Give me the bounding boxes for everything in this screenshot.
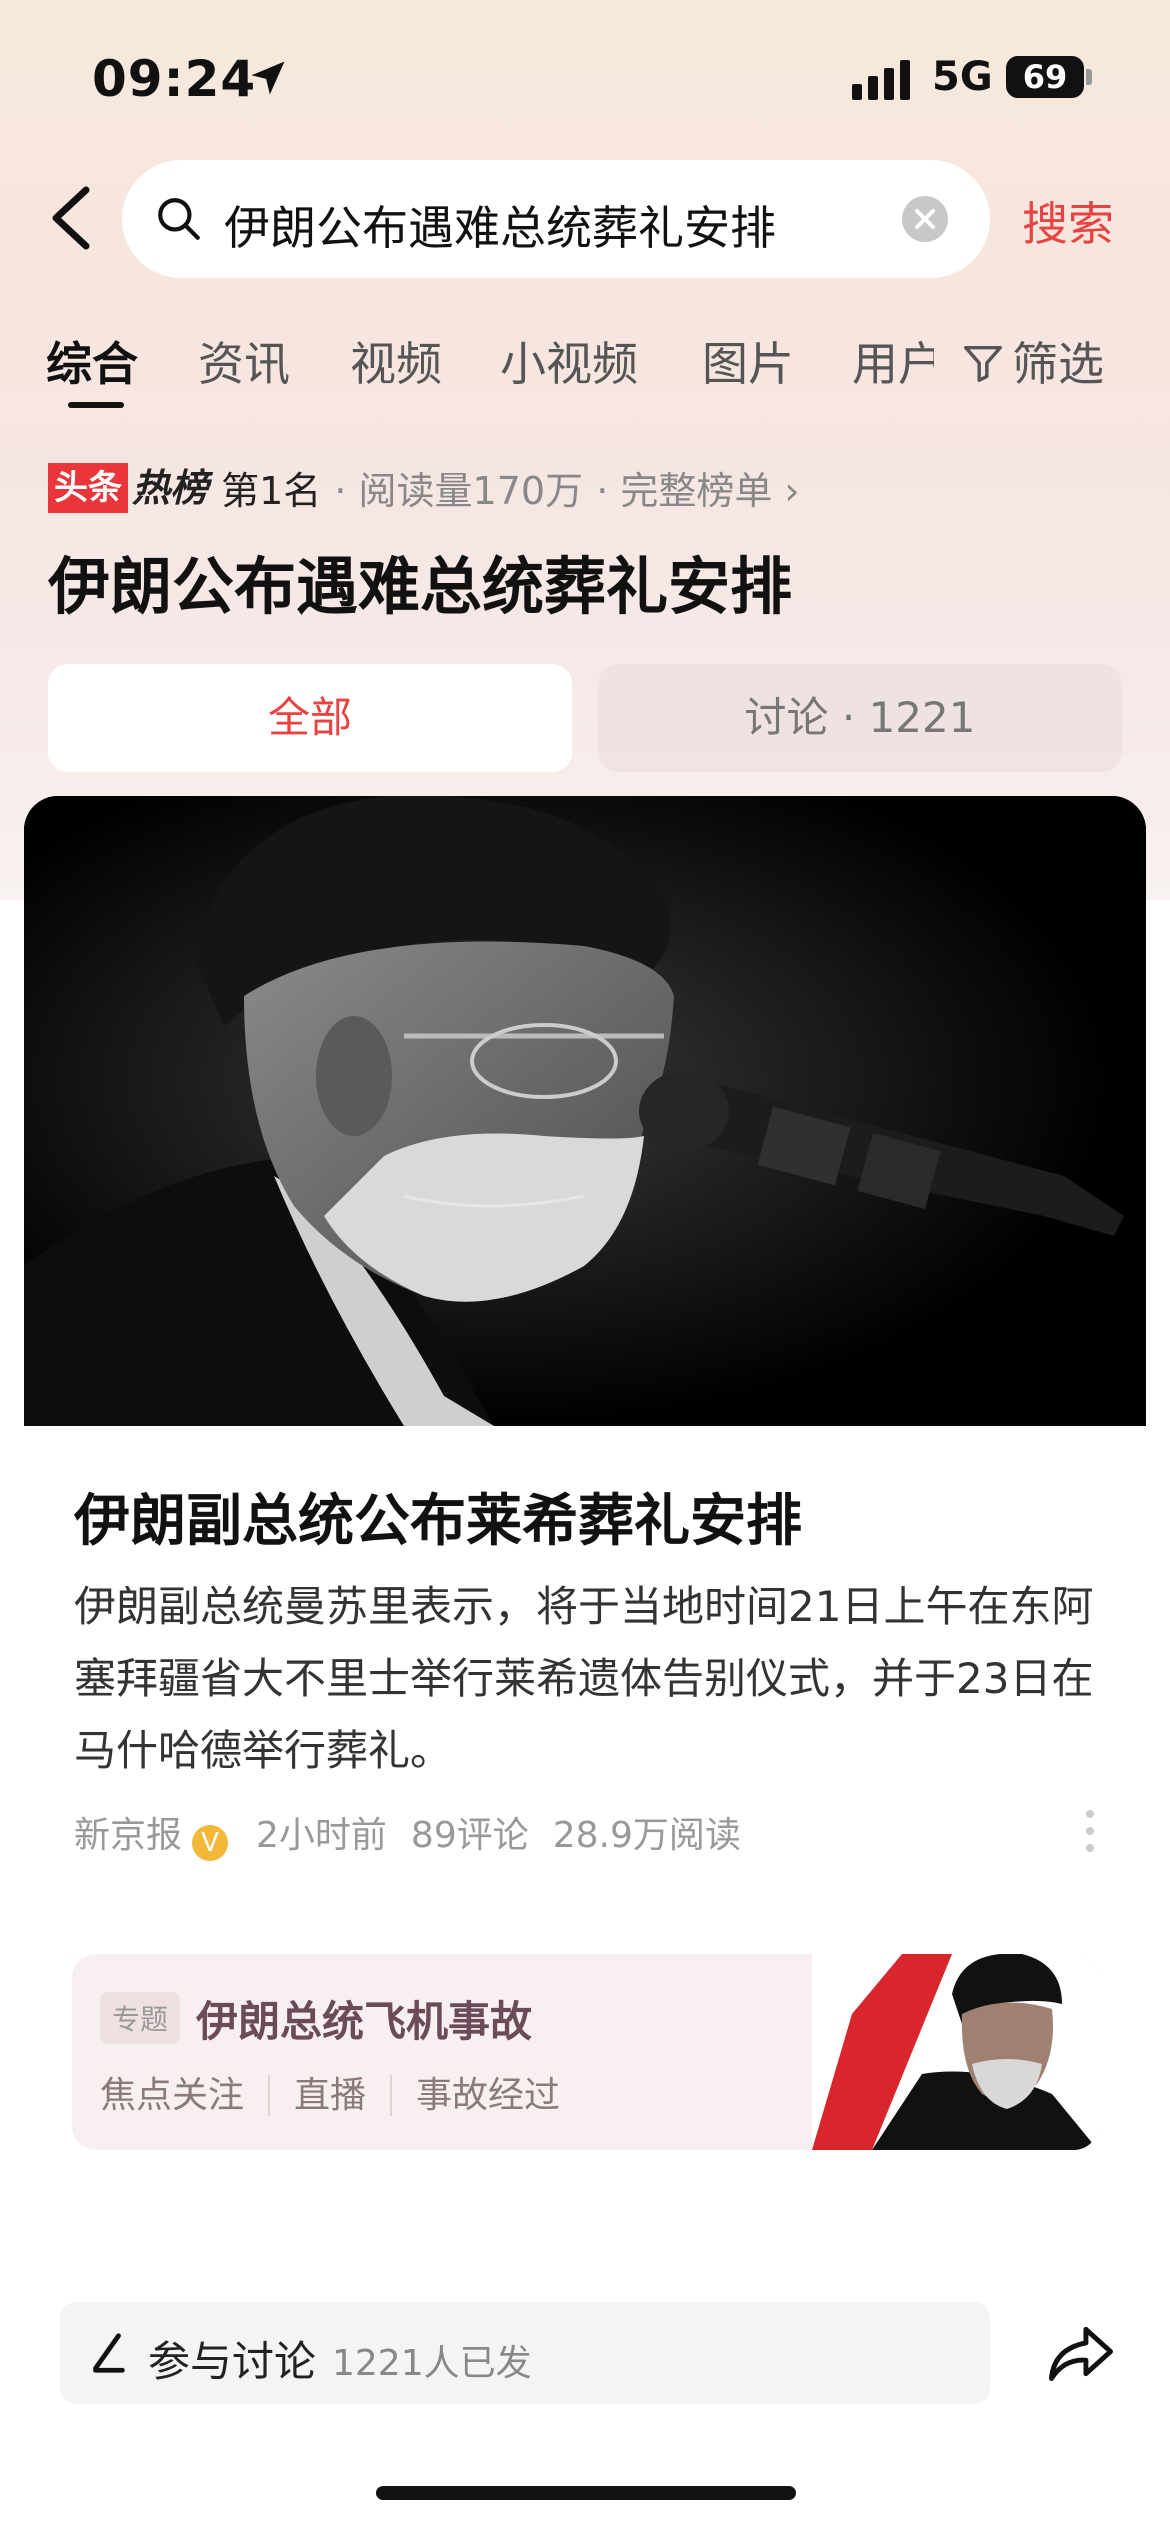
search-input[interactable]: 伊朗公布遇难总统葬礼安排 <box>122 160 990 278</box>
special-link-focus[interactable]: 焦点关注 <box>100 2075 268 2116</box>
hot-reads: · 阅读量170万 <box>334 469 584 513</box>
special-topic-links: 焦点关注 直播 事故经过 <box>100 2066 585 2118</box>
article-comments: 89评论 <box>410 1815 529 1856</box>
battery-icon: 69 <box>1006 56 1092 98</box>
hot-list-logo-text: 热榜 <box>132 465 209 510</box>
special-link-live[interactable]: 直播 <box>268 2075 391 2116</box>
article-title[interactable]: 伊朗副总统公布莱希葬礼安排 <box>74 1476 802 1557</box>
segment-discussion[interactable]: 讨论 · 1221 <box>598 664 1122 772</box>
clear-icon[interactable] <box>902 196 948 242</box>
hot-rank: 第1名 <box>221 469 322 513</box>
search-button[interactable]: 搜索 <box>1022 188 1114 254</box>
tab-users[interactable]: 用户 <box>852 328 934 394</box>
tab-short-video[interactable]: 小视频 <box>500 328 638 394</box>
full-list-link[interactable]: · 完整榜单 › <box>596 460 799 515</box>
filter-label: 筛选 <box>1012 337 1104 391</box>
page-title: 伊朗公布遇难总统葬礼安排 <box>48 550 793 623</box>
active-tab-indicator <box>68 402 124 408</box>
hot-list-row[interactable]: 头条 热榜 第1名 · 阅读量170万 · 完整榜单 › <box>48 460 800 515</box>
special-link-timeline[interactable]: 事故经过 <box>390 2075 585 2116</box>
filter-button[interactable]: 筛选 <box>960 328 1104 394</box>
location-arrow-icon <box>251 61 285 95</box>
hot-list-logo: 头条 <box>48 462 128 513</box>
special-topic-title[interactable]: 伊朗总统飞机事故 <box>196 1988 532 2049</box>
special-topic-card[interactable]: 专题 伊朗总统飞机事故 焦点关注 直播 事故经过 <box>72 1954 1098 2150</box>
article-time: 2小时前 <box>256 1815 387 1856</box>
status-bar: 09:24 5G 69 <box>0 0 1170 150</box>
discussion-count: 1221人已发 <box>332 2343 532 2384</box>
more-icon[interactable] <box>1082 1806 1098 1856</box>
article-photo[interactable] <box>24 796 1146 1426</box>
home-indicator <box>376 2486 796 2500</box>
filter-icon <box>964 345 1002 382</box>
special-topic-thumbnail[interactable] <box>812 1954 1098 2150</box>
special-topic-tag: 专题 <box>100 1992 181 2044</box>
article-card[interactable]: 伊朗副总统公布莱希葬礼安排 伊朗副总统曼苏里表示，将于当地时间21日上午在东阿塞… <box>24 796 1146 2196</box>
article-meta: 新京报 V 2小时前 89评论 28.9万阅读 <box>74 1806 765 1861</box>
battery-percent: 69 <box>1022 58 1068 96</box>
tab-video[interactable]: 视频 <box>350 328 442 394</box>
status-time: 09:24 <box>92 50 257 108</box>
segment-all[interactable]: 全部 <box>48 664 572 772</box>
article-source[interactable]: 新京报 <box>74 1815 182 1856</box>
discussion-label: 参与讨论 <box>148 2337 317 2386</box>
verified-icon: V <box>192 1825 229 1861</box>
search-query: 伊朗公布遇难总统葬礼安排 <box>224 201 776 255</box>
tab-images[interactable]: 图片 <box>702 328 794 394</box>
discussion-input[interactable]: 参与讨论 1221人已发 <box>60 2302 990 2404</box>
back-arrow-icon[interactable] <box>46 186 96 250</box>
search-icon <box>158 198 200 240</box>
tab-comprehensive[interactable]: 综合 <box>46 328 138 394</box>
pen-icon <box>93 2333 125 2373</box>
article-reads: 28.9万阅读 <box>552 1815 741 1856</box>
share-icon[interactable] <box>1046 2322 1116 2386</box>
signal-icon <box>852 60 910 100</box>
article-summary[interactable]: 伊朗副总统曼苏里表示，将于当地时间21日上午在东阿塞拜疆省大不里士举行莱希遗体告… <box>74 1571 1094 1787</box>
tab-news[interactable]: 资讯 <box>198 328 290 394</box>
network-type: 5G <box>932 54 993 100</box>
